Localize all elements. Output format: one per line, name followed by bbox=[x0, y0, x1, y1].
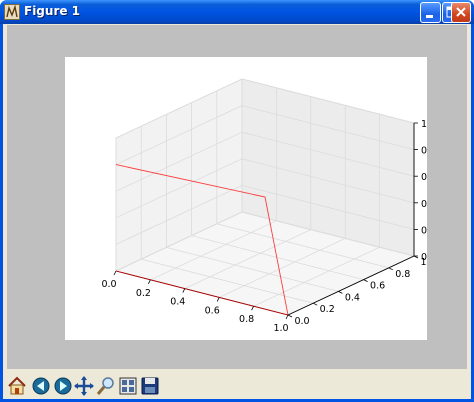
home-button[interactable] bbox=[6, 375, 28, 397]
z-tick-label: 0.2 bbox=[421, 225, 427, 236]
back-arrow-icon bbox=[32, 377, 50, 395]
matplotlib-app-icon bbox=[4, 4, 20, 20]
forward-button[interactable] bbox=[52, 375, 74, 397]
minimize-icon bbox=[426, 15, 433, 18]
close-button[interactable] bbox=[451, 2, 471, 23]
x-tick-label: 0.0 bbox=[101, 279, 116, 290]
z-tick-label: 0.8 bbox=[421, 146, 427, 157]
x-tick bbox=[216, 297, 220, 302]
x-tick bbox=[148, 279, 151, 284]
plot-figure: 0.0 0.2 0.4 0.6 0.8 1.0 0.0 0.2 0.4 0.6 0.8 1.0 0.0 0… bbox=[65, 57, 436, 340]
save-floppy-icon bbox=[141, 377, 159, 395]
title-bar[interactable]: Figure 1 bbox=[0, 0, 474, 24]
y-tick bbox=[287, 314, 293, 318]
y-tick bbox=[338, 291, 343, 294]
y-tick bbox=[388, 267, 393, 271]
figure-canvas[interactable]: 0.0 0.2 0.4 0.6 0.8 1.0 0.0 0.2 0.4 0.6 0.8 1.0 0.0 0… bbox=[7, 25, 467, 369]
x-tick bbox=[182, 288, 186, 293]
y-tick-label: 0.4 bbox=[345, 292, 360, 303]
forward-arrow-icon bbox=[54, 377, 72, 395]
configure-subplots-button[interactable] bbox=[117, 375, 139, 397]
x-tick bbox=[113, 270, 117, 276]
pan-button[interactable] bbox=[73, 375, 95, 397]
z-tick-label: 1.0 bbox=[421, 119, 427, 130]
z-tick-label: 0.4 bbox=[421, 199, 427, 210]
back-button[interactable] bbox=[30, 375, 52, 397]
z-tick-label: 0.0 bbox=[421, 252, 427, 263]
y-tick-label: 0.8 bbox=[395, 269, 410, 280]
3d-axes[interactable]: 0.0 0.2 0.4 0.6 0.8 1.0 0.0 0.2 0.4 0.6 0.8 1.0 0.0 0… bbox=[65, 57, 436, 340]
y-tick-label: 0.2 bbox=[320, 304, 335, 315]
z-tick-label: 0.6 bbox=[421, 172, 427, 183]
x-tick-label: 0.6 bbox=[205, 305, 220, 316]
x-tick bbox=[251, 306, 254, 311]
y-tick-label: 0.6 bbox=[370, 281, 385, 292]
zoom-button[interactable] bbox=[95, 375, 117, 397]
y-tick bbox=[313, 302, 318, 306]
zoom-magnifier-icon bbox=[96, 377, 114, 395]
x-tick-label: 0.8 bbox=[239, 314, 254, 325]
navigation-toolbar bbox=[3, 373, 471, 399]
y-tick bbox=[363, 279, 368, 282]
figure-window: Figure 1 0.0 0.2 0.4 0.6 0.8 1.0 0.0 0.2… bbox=[0, 0, 474, 402]
x-tick-label: 1.0 bbox=[273, 323, 288, 334]
subplots-icon bbox=[119, 377, 137, 395]
home-icon bbox=[8, 376, 26, 395]
close-icon bbox=[456, 7, 466, 17]
x-tick bbox=[285, 314, 289, 320]
window-client-area: 0.0 0.2 0.4 0.6 0.8 1.0 0.0 0.2 0.4 0.6 0.8 1.0 0.0 0… bbox=[3, 24, 471, 399]
x-tick-label: 0.2 bbox=[136, 288, 151, 299]
x-tick-label: 0.4 bbox=[170, 297, 185, 308]
minimize-button[interactable] bbox=[420, 2, 441, 23]
y-tick-label: 0.0 bbox=[294, 316, 309, 327]
window-title: Figure 1 bbox=[24, 4, 81, 18]
move-cross-icon bbox=[74, 376, 94, 396]
save-button[interactable] bbox=[139, 375, 161, 397]
